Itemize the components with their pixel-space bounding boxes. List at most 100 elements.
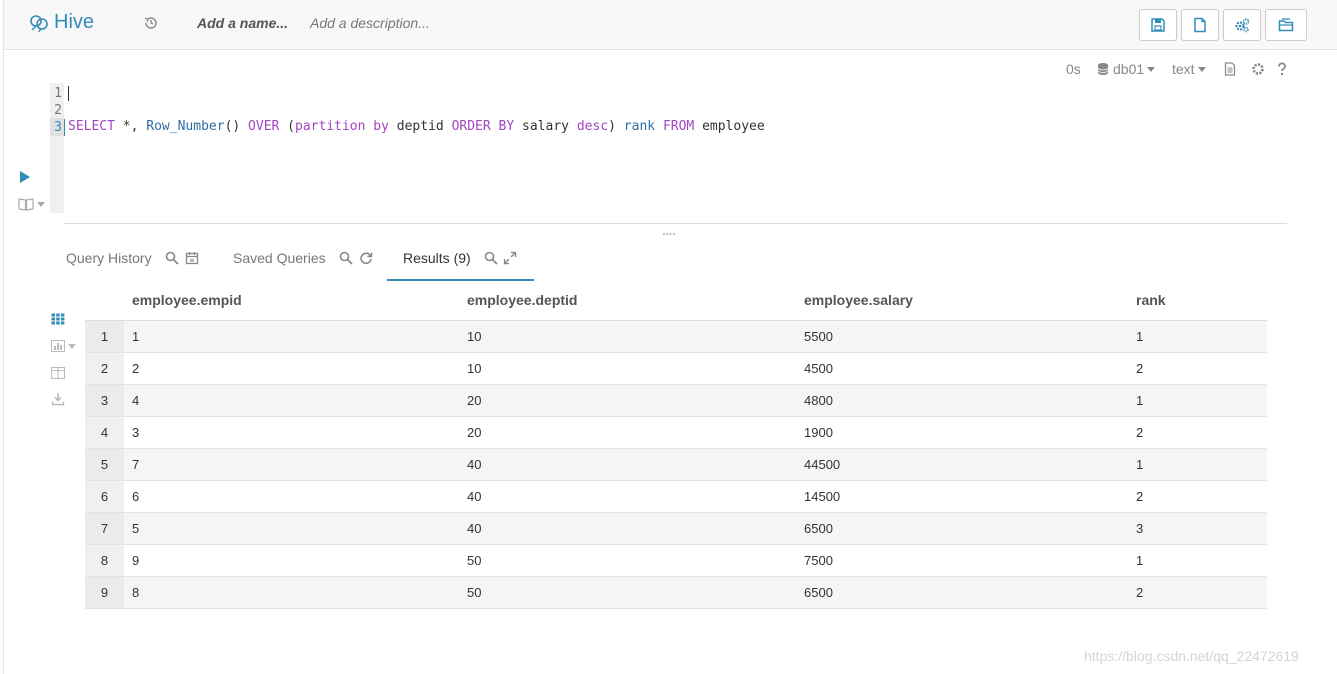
history-icon[interactable] xyxy=(143,15,159,31)
sql-keyword: BY xyxy=(498,119,515,134)
tab-results[interactable]: Results (9) xyxy=(403,250,517,266)
query-description-field[interactable]: Add a description... xyxy=(310,15,430,31)
table-cell-deptid: 10 xyxy=(467,329,482,344)
table-row[interactable]: 6 6 40 14500 2 xyxy=(85,481,1267,513)
table-cell-deptid: 20 xyxy=(467,425,482,440)
database-name: db01 xyxy=(1113,61,1145,77)
grid-view-icon[interactable] xyxy=(51,312,65,326)
table-cell-rank: 2 xyxy=(1136,361,1144,376)
table-header: employee.empid employee.deptid employee.… xyxy=(85,285,1267,321)
table-cell-rank: 2 xyxy=(1136,489,1144,504)
help-icon[interactable] xyxy=(1276,62,1288,76)
table-cell-deptid: 40 xyxy=(467,521,482,536)
database-icon xyxy=(1097,63,1109,75)
save-button[interactable] xyxy=(1139,9,1177,41)
row-number: 4 xyxy=(85,417,124,448)
search-icon[interactable] xyxy=(339,251,353,265)
table-cell-empid: 5 xyxy=(132,521,140,536)
gear-icon[interactable] xyxy=(1251,62,1265,76)
row-number: 7 xyxy=(85,513,124,544)
sql-text: () xyxy=(224,119,249,134)
line-number: 2 xyxy=(54,103,62,118)
active-line-marker xyxy=(64,119,65,136)
table-body: 1 1 10 5500 1 2 2 10 4500 2 3 4 20 4800 1 4 3 20 1900 2 5 7 40… xyxy=(85,321,1267,609)
file-text-icon[interactable] xyxy=(1223,62,1237,76)
table-row[interactable]: 9 8 50 6500 2 xyxy=(85,577,1267,609)
table-cell-rank: 1 xyxy=(1136,329,1144,344)
table-row[interactable]: 5 7 40 44500 1 xyxy=(85,449,1267,481)
calendar-icon[interactable] xyxy=(185,251,199,265)
table-cell-deptid: 20 xyxy=(467,393,482,408)
download-icon[interactable] xyxy=(51,392,65,406)
table-cell-empid: 3 xyxy=(132,425,140,440)
table-cell-rank: 1 xyxy=(1136,393,1144,408)
tab-label: Query History xyxy=(66,250,152,266)
table-row[interactable]: 7 5 40 6500 3 xyxy=(85,513,1267,545)
table-cell-salary: 6500 xyxy=(804,585,833,600)
format-label: text xyxy=(1172,61,1195,77)
tab-query-history[interactable]: Query History xyxy=(66,250,199,266)
chart-view-menu[interactable] xyxy=(51,339,76,353)
sessions-button[interactable] xyxy=(1265,9,1307,41)
chevron-down-icon xyxy=(37,201,45,207)
table-cell-salary: 4800 xyxy=(804,393,833,408)
execution-time: 0s xyxy=(1066,61,1081,77)
table-cell-salary: 4500 xyxy=(804,361,833,376)
columns-icon[interactable] xyxy=(51,366,65,380)
snippet-menu[interactable] xyxy=(18,197,45,211)
resize-handle-icon[interactable] xyxy=(662,229,676,239)
column-header[interactable]: employee.salary xyxy=(804,292,913,308)
sql-text: ( xyxy=(279,119,296,134)
sql-text: deptid xyxy=(388,119,452,134)
database-selector[interactable]: db01 xyxy=(1096,61,1156,77)
column-header[interactable]: rank xyxy=(1136,292,1166,308)
table-row[interactable]: 2 2 10 4500 2 xyxy=(85,353,1267,385)
file-icon xyxy=(1194,17,1206,33)
sql-function: Row_Number xyxy=(146,119,225,134)
book-icon xyxy=(18,198,34,211)
active-tab-indicator xyxy=(387,279,534,281)
app-logo[interactable]: Hive xyxy=(28,11,94,34)
query-name-field[interactable]: Add a name... xyxy=(197,15,288,31)
tab-label: Results (9) xyxy=(403,250,471,266)
sql-keyword: FROM xyxy=(662,119,695,134)
sql-text: ) xyxy=(608,119,624,134)
row-number: 1 xyxy=(85,321,124,352)
hive-logo-icon xyxy=(30,14,48,32)
table-cell-salary: 14500 xyxy=(804,489,841,504)
search-icon[interactable] xyxy=(165,251,179,265)
new-query-button[interactable] xyxy=(1181,9,1219,41)
table-cell-rank: 2 xyxy=(1136,585,1144,600)
table-row[interactable]: 3 4 20 4800 1 xyxy=(85,385,1267,417)
format-selector[interactable]: text xyxy=(1172,61,1206,77)
table-cell-salary: 1900 xyxy=(804,425,833,440)
table-cell-deptid: 50 xyxy=(467,553,482,568)
chevron-down-icon xyxy=(68,343,76,349)
table-cell-rank: 3 xyxy=(1136,521,1144,536)
sql-text: employee xyxy=(694,119,765,134)
sql-keyword: desc xyxy=(576,119,609,134)
refresh-icon[interactable] xyxy=(359,251,373,265)
table-cell-empid: 4 xyxy=(132,393,140,408)
table-cell-salary: 7500 xyxy=(804,553,833,568)
table-cell-empid: 6 xyxy=(132,489,140,504)
column-header[interactable]: employee.deptid xyxy=(467,292,577,308)
table-cell-empid: 2 xyxy=(132,361,140,376)
table-row[interactable]: 8 9 50 7500 1 xyxy=(85,545,1267,577)
table-cell-deptid: 40 xyxy=(467,457,482,472)
watermark: https://blog.csdn.net/qq_22472619 xyxy=(1084,648,1299,664)
table-cell-empid: 1 xyxy=(132,329,140,344)
table-cell-deptid: 50 xyxy=(467,585,482,600)
table-cell-empid: 9 xyxy=(132,553,140,568)
table-row[interactable]: 4 3 20 1900 2 xyxy=(85,417,1267,449)
play-icon[interactable] xyxy=(19,170,31,184)
search-icon[interactable] xyxy=(484,251,498,265)
query-editor[interactable]: SELECT *, Row_Number() OVER (partition b… xyxy=(68,118,765,135)
tab-saved-queries[interactable]: Saved Queries xyxy=(233,250,373,266)
column-header[interactable]: employee.empid xyxy=(132,292,242,308)
settings-button[interactable] xyxy=(1223,9,1261,41)
sql-keyword: partition xyxy=(295,119,366,134)
expand-icon[interactable] xyxy=(503,251,517,265)
table-row[interactable]: 1 1 10 5500 1 xyxy=(85,321,1267,353)
